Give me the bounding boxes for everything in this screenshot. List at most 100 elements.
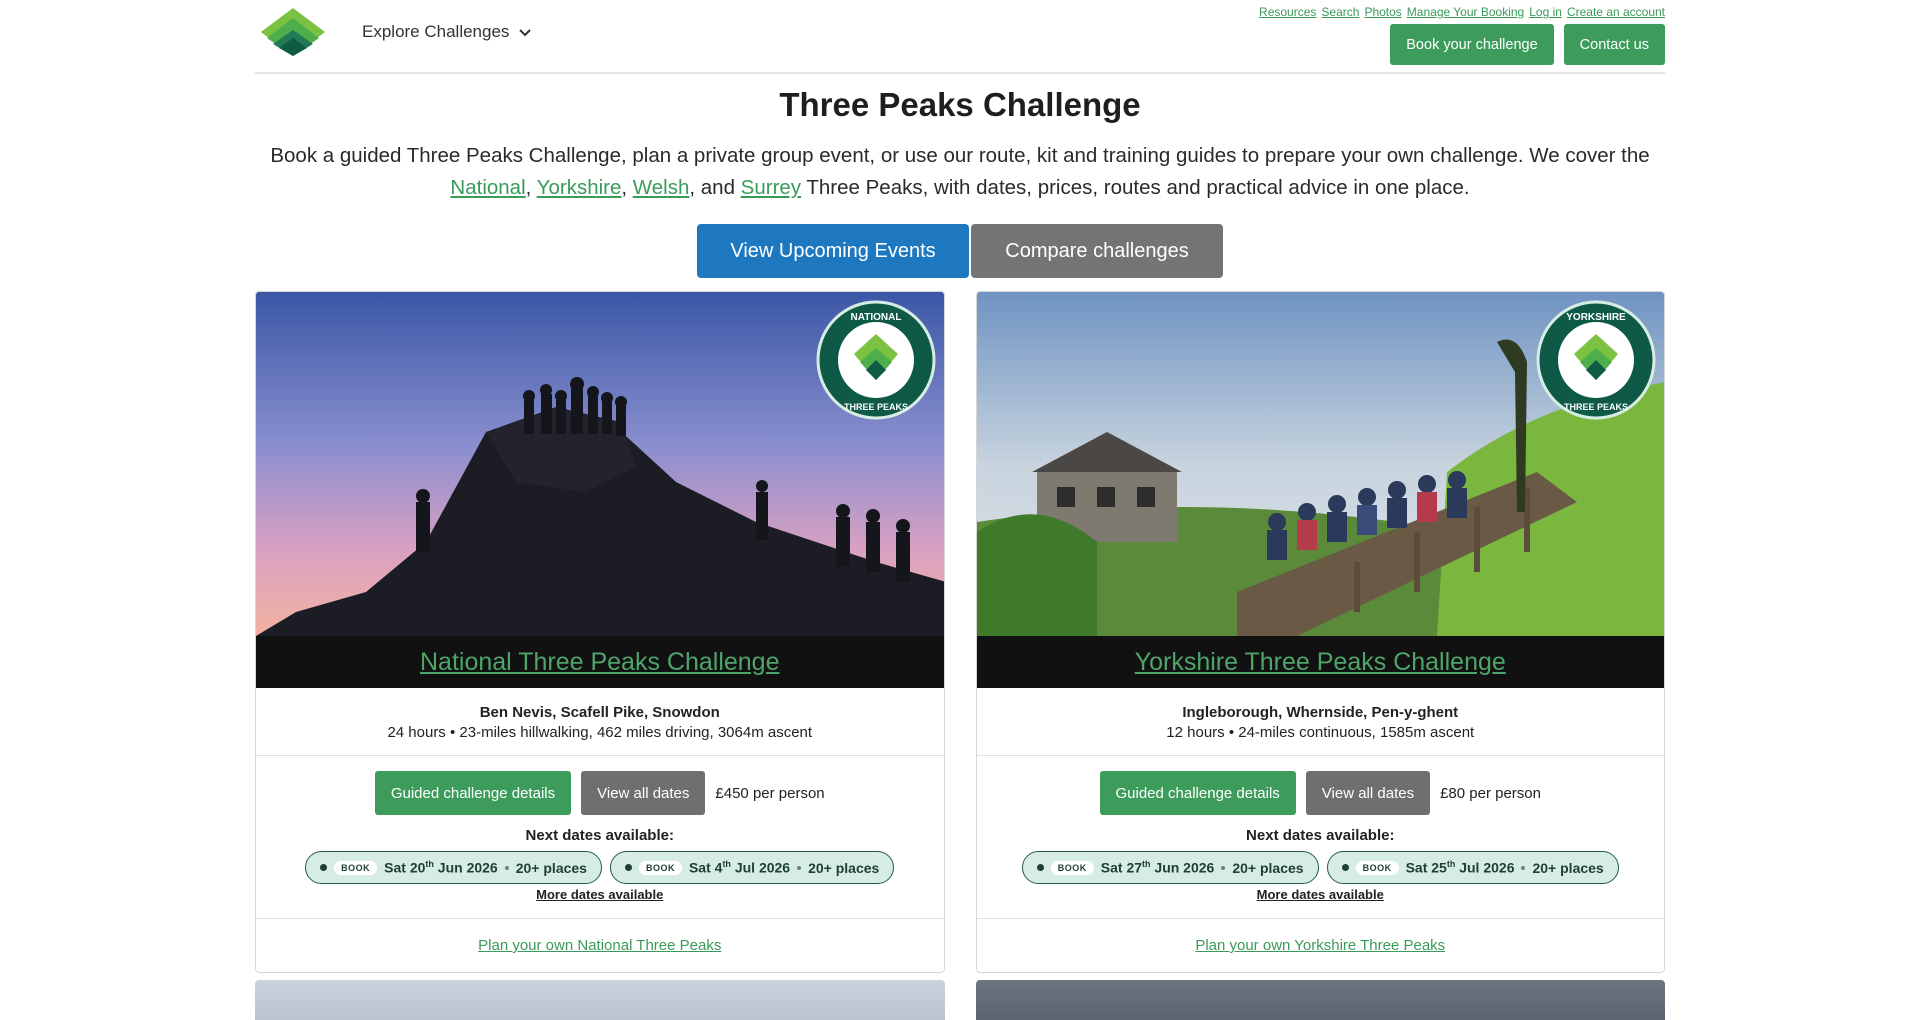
book-badge: BOOK — [1355, 860, 1399, 875]
date-day: Sat 4 — [688, 859, 723, 876]
guided-details-button[interactable]: Guided challenge details — [1099, 771, 1296, 815]
yorkshire-three-peaks-badge-icon: YORKSHIRE THREE PEAKS — [1536, 300, 1656, 420]
date-month: Jun 2026 — [433, 859, 498, 876]
badge-bottom-text: THREE PEAKS — [1564, 402, 1628, 412]
card-title-link[interactable]: Yorkshire Three Peaks Challenge — [1135, 648, 1506, 677]
date-pill[interactable]: BOOK Sat 27th Jun 2026 20+ places — [1021, 851, 1319, 884]
link-welsh[interactable]: Welsh — [633, 176, 690, 199]
date-suffix: th — [722, 859, 731, 870]
card-summary: Ben Nevis, Scafell Pike, Snowdon 24 hour… — [256, 688, 944, 756]
date-text: Sat 4th Jul 2026 — [689, 859, 790, 876]
date-text: Sat 27th Jun 2026 — [1101, 859, 1215, 876]
date-pill[interactable]: BOOK Sat 20th Jun 2026 20+ places — [305, 851, 602, 884]
contact-us-button[interactable]: Contact us — [1563, 24, 1665, 65]
hero-text-2: Three Peaks, with dates, prices, routes … — [801, 176, 1470, 199]
card-price: £80 per person — [1440, 784, 1541, 802]
date-pills: BOOK Sat 27th Jun 2026 20+ places BOOK S… — [977, 851, 1665, 884]
separator-dot-icon — [797, 865, 802, 870]
link-log-in[interactable]: Log in — [1529, 5, 1562, 19]
hero-sep-1: , — [525, 176, 537, 199]
link-manage-booking[interactable]: Manage Your Booking — [1407, 5, 1524, 19]
link-surrey[interactable]: Surrey — [741, 176, 801, 199]
more-dates: More dates available — [256, 886, 944, 904]
card-footer: Plan your own Yorkshire Three Peaks — [976, 918, 1664, 972]
guided-details-button[interactable]: Guided challenge details — [374, 771, 572, 815]
card-details: 24 hours • 23-miles hillwalking, 462 mil… — [387, 724, 813, 741]
book-badge: BOOK — [638, 860, 682, 875]
more-dates-link[interactable]: More dates available — [1257, 887, 1384, 902]
card-actions: Guided challenge details View all dates … — [977, 771, 1665, 815]
date-day: Sat 20 — [384, 859, 426, 876]
more-dates-link[interactable]: More dates available — [536, 887, 663, 902]
link-search[interactable]: Search — [1321, 5, 1359, 19]
card-title-link[interactable]: National Three Peaks Challenge — [420, 648, 780, 677]
places-text: 20+ places — [515, 859, 587, 876]
date-pill[interactable]: BOOK Sat 4th Jul 2026 20+ places — [609, 851, 895, 884]
explore-label: Explore Challenges — [362, 22, 510, 41]
next-dates-label: Next dates available: — [525, 827, 674, 844]
places-text: 20+ places — [1232, 859, 1304, 876]
plan-own-link[interactable]: Plan your own National Three Peaks — [478, 937, 721, 954]
national-three-peaks-badge-icon: NATIONAL THREE PEAKS — [816, 300, 935, 420]
site-header: Explore Challenges Resources Search Phot… — [255, 0, 1665, 74]
separator-dot-icon — [1521, 865, 1526, 870]
badge-top-text: YORKSHIRE — [1566, 312, 1626, 323]
book-badge: BOOK — [1050, 860, 1094, 875]
explore-challenges-menu[interactable]: Explore Challenges — [362, 22, 533, 42]
card-details: 12 hours • 24-miles continuous, 1585m as… — [1166, 724, 1475, 741]
date-text: Sat 25th Jul 2026 — [1406, 859, 1515, 876]
date-day: Sat 25 — [1405, 859, 1447, 876]
separator-dot-icon — [1221, 865, 1226, 870]
page-container: Explore Challenges Resources Search Phot… — [255, 0, 1665, 1020]
challenge-cards-next-row — [255, 980, 1665, 1020]
card-photo-yorkshire[interactable]: YORKSHIRE THREE PEAKS — [976, 292, 1664, 636]
link-create-account[interactable]: Create an account — [1567, 5, 1665, 19]
plan-own-link[interactable]: Plan your own Yorkshire Three Peaks — [1195, 937, 1445, 954]
book-challenge-button[interactable]: Book your challenge — [1390, 24, 1554, 65]
link-resources[interactable]: Resources — [1259, 5, 1316, 19]
date-pill[interactable]: BOOK Sat 25th Jul 2026 20+ places — [1326, 851, 1619, 884]
challenge-cards: NATIONAL THREE PEAKS National Three Peak… — [255, 291, 1665, 973]
header-buttons: Book your challenge Contact us — [1390, 24, 1665, 65]
hero-buttons: View Upcoming Events Compare challenges — [255, 224, 1665, 278]
site-logo-icon[interactable] — [261, 8, 325, 56]
challenge-card-national: NATIONAL THREE PEAKS National Three Peak… — [255, 291, 945, 973]
date-suffix: th — [425, 859, 434, 870]
card-title-bar: Yorkshire Three Peaks Challenge — [976, 636, 1664, 688]
card-peaks: Ben Nevis, Scafell Pike, Snowdon — [479, 704, 720, 721]
separator-dot-icon — [504, 865, 509, 870]
card-price: £450 per person — [715, 784, 825, 802]
view-all-dates-button[interactable]: View all dates — [1305, 771, 1431, 815]
status-dot-icon — [1341, 864, 1349, 871]
date-pills: BOOK Sat 20th Jun 2026 20+ places BOOK S… — [256, 851, 944, 884]
hero-text-1: Book a guided Three Peaks Challenge, pla… — [270, 144, 1650, 167]
chevron-down-icon — [519, 29, 532, 37]
more-dates: More dates available — [977, 886, 1665, 904]
link-photos[interactable]: Photos — [1364, 5, 1401, 19]
date-suffix: th — [1142, 859, 1151, 870]
link-national[interactable]: National — [450, 176, 525, 199]
status-dot-icon — [320, 864, 328, 871]
view-upcoming-events-button[interactable]: View Upcoming Events — [697, 224, 969, 278]
view-all-dates-button[interactable]: View all dates — [581, 771, 706, 815]
hero-sep-2: , — [621, 176, 633, 199]
places-text: 20+ places — [1532, 859, 1604, 876]
date-text: Sat 20th Jun 2026 — [384, 859, 498, 876]
card-footer: Plan your own National Three Peaks — [256, 918, 944, 972]
date-day: Sat 27 — [1100, 859, 1143, 876]
badge-top-text: NATIONAL — [850, 312, 901, 323]
challenge-card-partial[interactable] — [255, 980, 945, 1020]
compare-challenges-button[interactable]: Compare challenges — [971, 224, 1223, 278]
card-actions: Guided challenge details View all dates … — [256, 771, 944, 815]
challenge-card-partial[interactable] — [975, 980, 1665, 1020]
card-summary: Ingleborough, Whernside, Pen-y-ghent 12 … — [976, 688, 1664, 756]
book-badge: BOOK — [334, 860, 378, 875]
card-peaks: Ingleborough, Whernside, Pen-y-ghent — [1182, 704, 1459, 721]
card-title-bar: National Three Peaks Challenge — [256, 636, 944, 688]
hero-sep-3: , and — [689, 176, 741, 199]
date-month: Jul 2026 — [730, 859, 791, 876]
link-yorkshire[interactable]: Yorkshire — [537, 176, 622, 199]
page-title: Three Peaks Challenge — [779, 86, 1141, 123]
card-photo-national[interactable]: NATIONAL THREE PEAKS — [256, 292, 944, 636]
badge-bottom-text: THREE PEAKS — [843, 402, 907, 412]
